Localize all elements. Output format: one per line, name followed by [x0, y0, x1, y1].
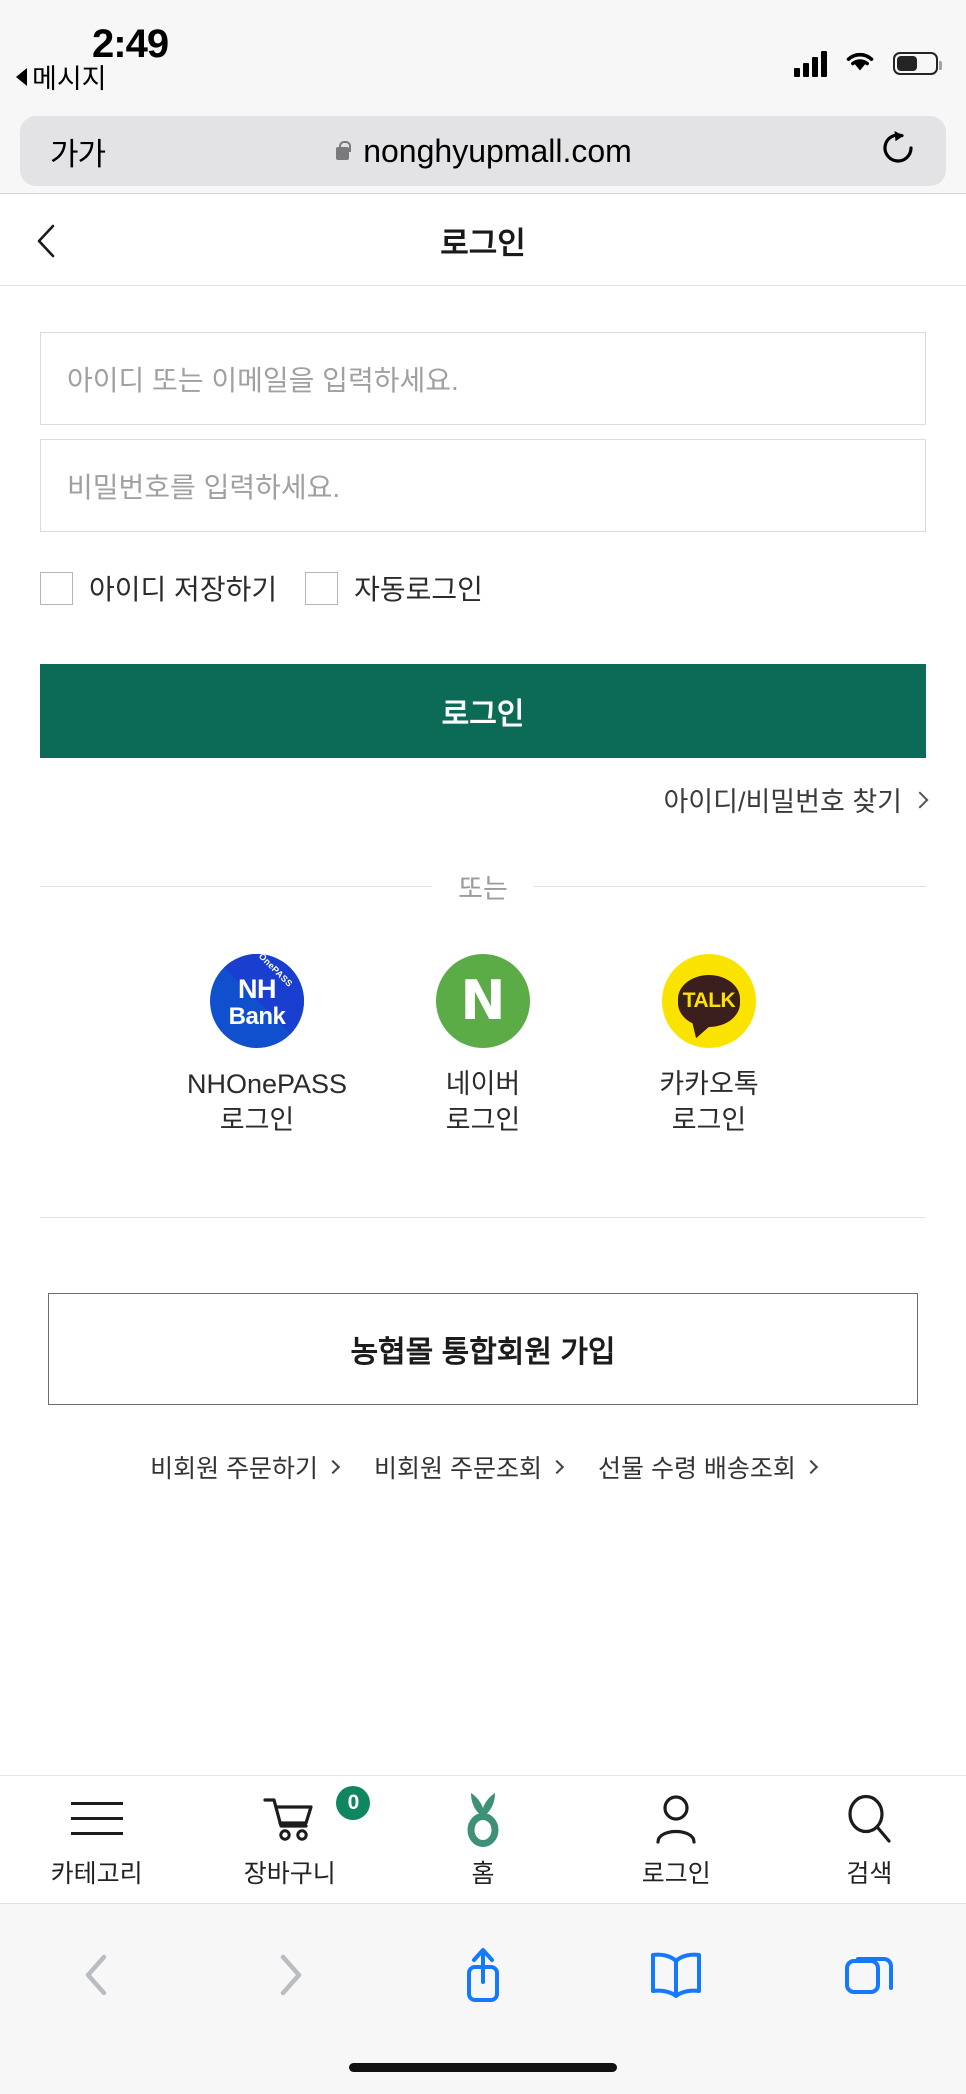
gift-delivery-lookup-link[interactable]: 선물 수령 배송조회 — [598, 1449, 818, 1485]
naver-label-line2: 로그인 — [445, 1105, 521, 1136]
or-label: 또는 — [458, 874, 508, 904]
url-display[interactable]: nonghyupmall.com — [20, 133, 946, 170]
wifi-icon — [843, 48, 877, 79]
app-tab-bar: 카테고리 0 장바구니 홈 로그인 검색 — [0, 1775, 966, 1904]
username-placeholder: 아이디 또는 이메일을 입력하세요. — [67, 364, 459, 396]
tabs-icon — [845, 1957, 894, 1994]
guest-order-label: 비회원 주문하기 — [150, 1454, 319, 1483]
chevron-right-icon — [549, 1459, 565, 1474]
chevron-right-icon — [280, 1954, 302, 1996]
browser-url-bar[interactable]: 가가 nonghyupmall.com — [20, 116, 946, 186]
return-app-label: 메시지 — [32, 64, 107, 94]
battery-icon — [893, 52, 942, 75]
person-icon — [656, 1794, 696, 1844]
browser-url-bar-container: 가가 nonghyupmall.com — [0, 108, 966, 194]
tab-home[interactable]: 홈 — [386, 1790, 579, 1890]
tab-home-label: 홈 — [471, 1859, 495, 1888]
nhonepass-label-line1: NHOnePASS — [187, 1069, 348, 1099]
tab-category-label: 카테고리 — [50, 1859, 143, 1888]
guest-order-lookup-link[interactable]: 비회원 주문조회 — [374, 1449, 565, 1485]
save-id-checkbox[interactable] — [40, 571, 73, 605]
nhonepass-icon: OnePASS NH Bank — [210, 954, 304, 1048]
guest-order-lookup-label: 비회원 주문조회 — [374, 1454, 542, 1483]
browser-bookmarks-button[interactable] — [580, 1932, 773, 2018]
cart-count-badge: 0 — [336, 1785, 371, 1820]
chevron-right-icon — [325, 1459, 341, 1474]
guest-order-link[interactable]: 비회원 주문하기 — [150, 1449, 341, 1485]
tab-search-label: 검색 — [846, 1859, 893, 1888]
guest-links-row: 비회원 주문하기 비회원 주문조회 선물 수령 배송조회 — [0, 1449, 966, 1485]
naver-label-line1: 네이버 — [445, 1069, 521, 1099]
chevron-right-icon — [803, 1459, 818, 1474]
page-title: 로그인 — [440, 226, 526, 261]
login-form: 아이디 또는 이메일을 입력하세요. 비밀번호를 입력하세요. 아이디 저장하기… — [0, 286, 966, 1485]
auto-login-checkbox[interactable] — [305, 571, 339, 605]
nhonepass-label-line2: 로그인 — [219, 1105, 295, 1136]
kakaotalk-label-line2: 로그인 — [671, 1105, 747, 1136]
naver-icon: N — [436, 954, 530, 1048]
or-divider: 또는 — [40, 867, 926, 906]
home-sprout-icon — [467, 1792, 499, 1847]
book-icon — [651, 1952, 702, 1998]
hamburger-icon — [70, 1801, 123, 1836]
nh-text: NH — [238, 973, 277, 1004]
status-bar-indicators — [794, 48, 942, 79]
tab-cart-label: 장바구니 — [243, 1859, 336, 1888]
browser-forward-button[interactable] — [193, 1932, 386, 2018]
lock-icon — [334, 140, 351, 162]
search-icon — [848, 1794, 892, 1843]
login-submit-label: 로그인 — [441, 698, 525, 731]
save-id-label: 아이디 저장하기 — [89, 574, 278, 605]
username-field[interactable]: 아이디 또는 이메일을 입력하세요. — [40, 332, 926, 425]
text-size-button[interactable]: 가가 — [50, 129, 106, 174]
cellular-signal-icon — [794, 50, 827, 77]
kakaotalk-icon: TALK — [662, 954, 756, 1048]
find-id-password-link[interactable]: 아이디/비밀번호 찾기 — [0, 780, 929, 819]
browser-back-button[interactable] — [0, 1932, 193, 2018]
kakaotalk-label-line1: 카카오톡 — [659, 1069, 759, 1099]
share-icon — [467, 1948, 499, 2002]
social-login-row: OnePASS NH Bank NHOnePASS 로그인 N 네이버 로그인 … — [0, 954, 966, 1139]
home-indicator — [349, 2063, 617, 2072]
find-id-password-label: 아이디/비밀번호 찾기 — [663, 787, 902, 817]
login-options-row: 아이디 저장하기 자동로그인 — [40, 568, 966, 608]
password-field[interactable]: 비밀번호를 입력하세요. — [40, 439, 926, 532]
return-to-messages-button[interactable]: 메시지 — [16, 57, 107, 96]
browser-bottom-toolbar — [0, 1904, 966, 2094]
section-divider — [40, 1216, 926, 1218]
page-header: 로그인 — [0, 195, 966, 286]
auto-login-checkbox-row[interactable]: 자동로그인 — [305, 568, 483, 608]
login-submit-button[interactable]: 로그인 — [40, 664, 926, 758]
bank-text: Bank — [228, 1002, 286, 1030]
cart-icon — [263, 1797, 313, 1841]
divider-line-left — [40, 886, 433, 887]
tab-login-label: 로그인 — [641, 1859, 711, 1888]
naver-n-text: N — [460, 969, 506, 1032]
tab-login[interactable]: 로그인 — [580, 1790, 773, 1890]
url-text: nonghyupmall.com — [363, 132, 632, 169]
browser-tabs-button[interactable] — [773, 1932, 966, 2018]
tab-search[interactable]: 검색 — [773, 1790, 966, 1890]
phone-screen: 2:49 메시지 가가 nonghyupmall.com 로그인 아이디 또는 … — [0, 0, 966, 2094]
gift-delivery-lookup-label: 선물 수령 배송조회 — [598, 1454, 796, 1483]
signup-button-label: 농협몰 통합회원 가입 — [350, 1335, 616, 1369]
kakao-talk-text: TALK — [682, 989, 736, 1012]
social-login-kakaotalk[interactable]: TALK 카카오톡 로그인 — [639, 954, 779, 1139]
social-login-nhonepass[interactable]: OnePASS NH Bank NHOnePASS 로그인 — [187, 954, 348, 1139]
password-placeholder: 비밀번호를 입력하세요. — [67, 471, 341, 503]
tab-category[interactable]: 카테고리 — [0, 1790, 193, 1890]
divider-line-right — [533, 886, 926, 887]
reload-icon[interactable] — [880, 128, 918, 175]
ios-status-bar: 2:49 메시지 — [0, 0, 966, 108]
signup-button[interactable]: 농협몰 통합회원 가입 — [48, 1292, 918, 1405]
auto-login-label: 자동로그인 — [354, 574, 483, 605]
browser-share-button[interactable] — [386, 1932, 579, 2018]
chevron-left-icon — [85, 1954, 106, 1996]
tab-cart[interactable]: 0 장바구니 — [193, 1785, 386, 1890]
save-id-checkbox-row[interactable]: 아이디 저장하기 — [40, 568, 277, 608]
back-triangle-icon — [16, 67, 27, 86]
social-login-naver[interactable]: N 네이버 로그인 — [413, 954, 553, 1139]
chevron-right-icon — [911, 791, 929, 808]
